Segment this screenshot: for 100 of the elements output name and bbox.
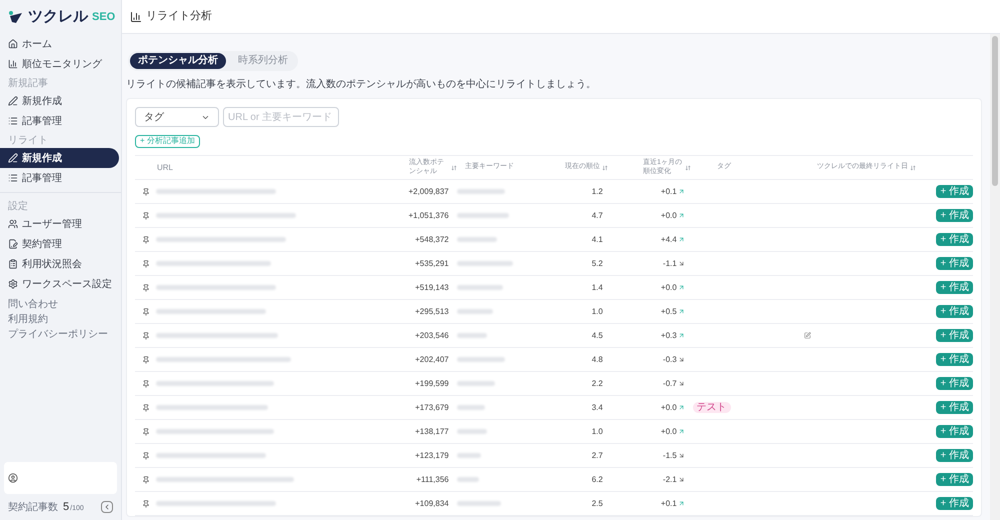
create-button[interactable]: + 作成 xyxy=(936,233,973,246)
rank-cell-text: 1.4 xyxy=(590,282,603,294)
pin-icon[interactable] xyxy=(142,476,150,484)
create-button[interactable]: + 作成 xyxy=(936,425,973,438)
blurred-keyword xyxy=(456,381,495,386)
pin-icon[interactable] xyxy=(142,188,150,196)
blurred-keyword xyxy=(456,309,493,314)
potential-cell-text: +109,834 xyxy=(414,498,449,510)
pin-icon[interactable] xyxy=(142,236,150,244)
pin-icon[interactable] xyxy=(142,356,150,364)
pin-icon[interactable] xyxy=(142,332,150,340)
sort-icon[interactable] xyxy=(451,164,457,170)
page-title: リライト分析 xyxy=(146,9,212,24)
rank-cell-text: 2.2 xyxy=(590,378,603,390)
sidebar-item[interactable]: 契約管理 xyxy=(0,234,121,254)
quota-count: 5 xyxy=(63,500,70,515)
pin-icon[interactable] xyxy=(142,452,150,460)
blurred-keyword xyxy=(456,501,501,506)
create-button[interactable]: + 作成 xyxy=(936,281,973,294)
add-article-button[interactable]: + 分析記事追加 xyxy=(135,134,200,148)
create-button[interactable]: + 作成 xyxy=(936,377,973,390)
arrow-up-icon xyxy=(678,188,685,195)
create-button[interactable]: + 作成 xyxy=(936,353,973,366)
logo-suffix: SEO xyxy=(92,10,116,25)
change-cell: +0.5 xyxy=(660,306,677,318)
chevron-left-icon xyxy=(103,503,111,511)
potential-cell-text: +295,513 xyxy=(414,306,449,318)
change-cell: +0.0 xyxy=(660,210,677,222)
potential-cell-text: +173,679 xyxy=(414,402,449,414)
sidebar-item[interactable]: ワークスペース設定 xyxy=(0,274,121,294)
sidebar-item[interactable]: 順位モニタリング xyxy=(0,54,121,74)
home-icon xyxy=(8,39,18,49)
pin-icon[interactable] xyxy=(142,212,150,220)
sidebar-item[interactable]: 利用状況照会 xyxy=(0,254,121,274)
arrow-down-icon xyxy=(678,476,685,483)
potential-cell-text: +2,009,837 xyxy=(407,186,449,198)
blurred-keyword xyxy=(456,429,487,434)
blurred-keyword xyxy=(456,213,509,218)
blurred-keyword xyxy=(456,477,479,482)
pin-icon[interactable] xyxy=(142,428,150,436)
arrow-down-icon xyxy=(678,380,685,387)
rank-cell-text: 6.2 xyxy=(590,474,603,486)
sidebar-item[interactable]: ホーム xyxy=(0,34,121,54)
settings-icon xyxy=(8,279,18,289)
footer-link[interactable]: プライバシーポリシー xyxy=(8,328,108,342)
create-button[interactable]: + 作成 xyxy=(936,257,973,270)
sidebar-item[interactable]: 記事管理 xyxy=(0,168,121,188)
pin-icon[interactable] xyxy=(142,308,150,316)
sidebar-item[interactable]: 新規作成 xyxy=(0,91,121,111)
arrow-up-icon xyxy=(678,212,685,219)
create-button[interactable]: + 作成 xyxy=(936,305,973,318)
sort-icon[interactable] xyxy=(602,164,608,170)
search-field[interactable]: URL or 主要キーワード xyxy=(223,107,339,127)
arrow-up-icon xyxy=(678,284,685,291)
potential-cell-text: +548,372 xyxy=(414,234,449,246)
sort-icon[interactable] xyxy=(685,164,691,170)
rank-cell-text: 1.0 xyxy=(590,426,603,438)
pin-icon[interactable] xyxy=(142,500,150,508)
pin-icon[interactable] xyxy=(142,404,150,412)
tag-badge: テスト xyxy=(692,402,731,413)
collapse-button[interactable] xyxy=(101,501,113,513)
pin-icon[interactable] xyxy=(142,284,150,292)
potential-cell-text: +1,051,376 xyxy=(407,210,449,222)
section-label: 設定 xyxy=(7,200,29,214)
sort-icon[interactable] xyxy=(910,164,916,170)
users-icon xyxy=(8,219,18,229)
create-button[interactable]: + 作成 xyxy=(936,473,973,486)
create-button[interactable]: + 作成 xyxy=(936,185,973,198)
tag-select[interactable]: タグ xyxy=(135,107,219,127)
edit-icon[interactable] xyxy=(804,332,811,339)
clipboard-icon xyxy=(8,259,18,269)
arrow-up-icon xyxy=(678,404,685,411)
footer-link[interactable]: 利用規約 xyxy=(8,313,48,327)
sidebar-item[interactable]: 新規作成 xyxy=(0,148,119,168)
change-cell: +0.0 xyxy=(660,282,677,294)
sidebar-item[interactable]: 記事管理 xyxy=(0,111,121,131)
create-button[interactable]: + 作成 xyxy=(936,329,973,342)
list-icon xyxy=(8,116,18,126)
pin-icon[interactable] xyxy=(142,380,150,388)
rank-cell-text: 2.5 xyxy=(590,498,603,510)
potential-cell-text: +202,407 xyxy=(414,354,449,366)
create-button[interactable]: + 作成 xyxy=(936,401,973,414)
arrow-up-icon xyxy=(678,428,685,435)
create-button[interactable]: + 作成 xyxy=(936,449,973,462)
tab[interactable]: 時系列分析 xyxy=(230,52,296,68)
tab[interactable]: ポテンシャル分析 xyxy=(130,52,226,68)
rank-cell-text: 4.7 xyxy=(590,210,603,222)
blurred-keyword xyxy=(456,189,505,194)
section-label: 新規記事 xyxy=(7,76,49,91)
sidebar-item[interactable]: ユーザー管理 xyxy=(0,214,121,234)
create-button[interactable]: + 作成 xyxy=(936,209,973,222)
scrollbar-thumb[interactable] xyxy=(992,36,998,186)
create-button[interactable]: + 作成 xyxy=(936,497,973,510)
blurred-keyword xyxy=(456,237,497,242)
blurred-keyword xyxy=(456,453,481,458)
footer-link[interactable]: 問い合わせ xyxy=(8,298,58,312)
blurred-keyword xyxy=(456,261,513,266)
potential-cell-text: +519,143 xyxy=(414,282,449,294)
potential-cell-text: +535,291 xyxy=(414,258,449,270)
pin-icon[interactable] xyxy=(142,260,150,268)
